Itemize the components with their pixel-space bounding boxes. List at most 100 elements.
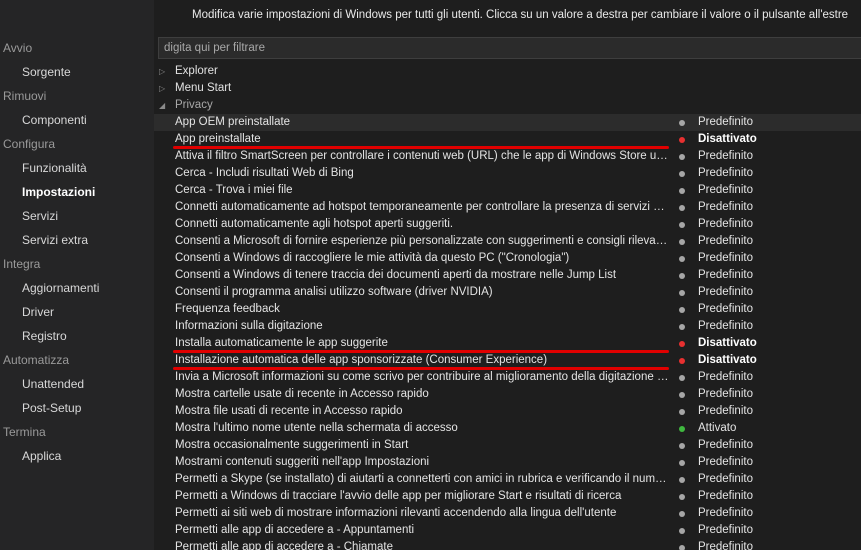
setting-name: Permetti a Skype (se installato) di aiut…	[175, 473, 669, 485]
setting-row[interactable]: Frequenza feedback Predefinito	[154, 301, 861, 318]
setting-value[interactable]: Predefinito	[698, 301, 753, 318]
setting-name: Mostra l'ultimo nome utente nella scherm…	[175, 422, 458, 434]
setting-name: Mostra file usati di recente in Accesso …	[175, 405, 403, 417]
status-dot-icon	[679, 239, 685, 245]
setting-value[interactable]: Predefinito	[698, 318, 753, 335]
sidebar-item-post-setup[interactable]: Post-Setup	[0, 396, 154, 420]
setting-value[interactable]: Predefinito	[698, 284, 753, 301]
setting-row[interactable]: Permetti ai siti web di mostrare informa…	[154, 505, 861, 522]
setting-name: Cerca - Trova i miei file	[175, 184, 293, 196]
triangle-right-icon[interactable]: ▷	[159, 80, 165, 97]
setting-row[interactable]: Installazione automatica delle app spons…	[154, 352, 861, 370]
setting-name: Mostrami contenuti suggeriti nell'app Im…	[175, 456, 430, 468]
setting-value[interactable]: Predefinito	[698, 216, 753, 233]
setting-name: Connetti automaticamente agli hotspot ap…	[175, 218, 454, 230]
sidebar-item-componenti[interactable]: Componenti	[0, 108, 154, 132]
setting-name: Invia a Microsoft informazioni su come s…	[175, 371, 669, 383]
setting-value[interactable]: Predefinito	[698, 233, 753, 250]
setting-name: App OEM preinstallate	[175, 116, 291, 128]
triangle-down-icon[interactable]: ◢	[159, 97, 165, 114]
setting-name: Connetti automaticamente ad hotspot temp…	[175, 201, 669, 213]
setting-row[interactable]: Mostrami contenuti suggeriti nell'app Im…	[154, 454, 861, 471]
sidebar-item-driver[interactable]: Driver	[0, 300, 154, 324]
setting-row[interactable]: App preinstallate Disattivato	[154, 131, 861, 149]
sidebar-nav: Avvio Sorgente Rimuovi Componenti Configura F…	[0, 36, 154, 468]
setting-value[interactable]: Predefinito	[698, 199, 753, 216]
setting-name: Consenti a Windows di tenere traccia dei…	[175, 269, 617, 281]
tree-group-menu-start[interactable]: ▷ Menu Start	[154, 80, 861, 97]
sidebar-item-impostazioni[interactable]: Impostazioni	[0, 180, 154, 204]
setting-value[interactable]: Attivato	[698, 420, 736, 437]
setting-row[interactable]: Installa automaticamente le app suggerit…	[154, 335, 861, 353]
setting-row[interactable]: Connetti automaticamente agli hotspot ap…	[154, 216, 861, 233]
filter-input[interactable]	[158, 37, 861, 59]
setting-value[interactable]: Predefinito	[698, 114, 753, 131]
setting-value[interactable]: Disattivato	[698, 352, 757, 369]
setting-row[interactable]: Permetti alle app di accedere a - Appunt…	[154, 522, 861, 539]
setting-row[interactable]: Invia a Microsoft informazioni su come s…	[154, 369, 861, 386]
setting-value[interactable]: Predefinito	[698, 369, 753, 386]
setting-row[interactable]: Permetti alle app di accedere a - Chiama…	[154, 539, 861, 550]
setting-row[interactable]: Mostra l'ultimo nome utente nella scherm…	[154, 420, 861, 437]
sidebar-section-automatizza: Automatizza	[3, 353, 70, 367]
status-dot-icon	[679, 545, 685, 550]
triangle-right-icon[interactable]: ▷	[159, 63, 165, 80]
setting-row[interactable]: Permetti a Skype (se installato) di aiut…	[154, 471, 861, 488]
setting-value[interactable]: Predefinito	[698, 437, 753, 454]
sidebar-section-configura: Configura	[3, 137, 56, 151]
sidebar-item-sorgente[interactable]: Sorgente	[0, 60, 154, 84]
setting-name: Consenti il programma analisi utilizzo s…	[175, 286, 493, 298]
setting-row[interactable]: Connetti automaticamente ad hotspot temp…	[154, 199, 861, 216]
setting-name: Permetti a Windows di tracciare l'avvio …	[175, 490, 622, 502]
status-dot-icon	[679, 290, 685, 296]
setting-row[interactable]: Mostra cartelle usate di recente in Acce…	[154, 386, 861, 403]
setting-row[interactable]: Cerca - Trova i miei file Predefinito	[154, 182, 861, 199]
sidebar-item-registro[interactable]: Registro	[0, 324, 154, 348]
setting-row[interactable]: Consenti il programma analisi utilizzo s…	[154, 284, 861, 301]
tree-group-label: Privacy	[175, 99, 213, 111]
setting-value[interactable]: Predefinito	[698, 488, 753, 505]
tree-group-privacy[interactable]: ◢ Privacy	[154, 97, 861, 114]
setting-name: Mostra cartelle usate di recente in Acce…	[175, 388, 429, 400]
status-dot-icon	[679, 341, 685, 347]
setting-value[interactable]: Predefinito	[698, 505, 753, 522]
tree-group-explorer[interactable]: ▷ Explorer	[154, 63, 861, 80]
setting-row[interactable]: Informazioni sulla digitazione Predefinit…	[154, 318, 861, 335]
sidebar-item-servizi[interactable]: Servizi	[0, 204, 154, 228]
setting-row[interactable]: Permetti a Windows di tracciare l'avvio …	[154, 488, 861, 505]
setting-row[interactable]: Consenti a Windows di raccogliere le mie…	[154, 250, 861, 267]
setting-value[interactable]: Predefinito	[698, 165, 753, 182]
setting-name: Permetti alle app di accedere a - Appunt…	[175, 524, 415, 536]
setting-value[interactable]: Predefinito	[698, 522, 753, 539]
setting-value[interactable]: Predefinito	[698, 182, 753, 199]
main-panel: Modifica varie impostazioni di Windows p…	[154, 0, 861, 550]
setting-row[interactable]: Mostra occasionalmente suggerimenti in S…	[154, 437, 861, 454]
status-dot-icon	[679, 443, 685, 449]
setting-name: Cerca - Includi risultati Web di Bing	[175, 167, 354, 179]
sidebar-item-unattended[interactable]: Unattended	[0, 372, 154, 396]
setting-value[interactable]: Predefinito	[698, 250, 753, 267]
setting-name: Consenti a Windows di raccogliere le mie…	[175, 252, 570, 264]
setting-row[interactable]: App OEM preinstallate Predefinito	[154, 114, 861, 131]
sidebar-item-funzionalita[interactable]: Funzionalità	[0, 156, 154, 180]
setting-value[interactable]: Predefinito	[698, 471, 753, 488]
sidebar-item-applica[interactable]: Applica	[0, 444, 154, 468]
setting-row[interactable]: Consenti a Microsoft di fornire esperien…	[154, 233, 861, 250]
status-dot-icon	[679, 307, 685, 313]
setting-row[interactable]: Attiva il filtro SmartScreen per control…	[154, 148, 861, 165]
setting-value[interactable]: Disattivato	[698, 131, 757, 148]
setting-name: Informazioni sulla digitazione	[175, 320, 323, 332]
setting-value[interactable]: Predefinito	[698, 148, 753, 165]
setting-value[interactable]: Disattivato	[698, 335, 757, 352]
setting-row[interactable]: Cerca - Includi risultati Web di Bing Pre…	[154, 165, 861, 182]
status-dot-icon	[679, 188, 685, 194]
setting-value[interactable]: Predefinito	[698, 403, 753, 420]
sidebar-item-servizi-extra[interactable]: Servizi extra	[0, 228, 154, 252]
setting-value[interactable]: Predefinito	[698, 267, 753, 284]
setting-row[interactable]: Consenti a Windows di tenere traccia dei…	[154, 267, 861, 284]
sidebar-item-aggiornamenti[interactable]: Aggiornamenti	[0, 276, 154, 300]
setting-value[interactable]: Predefinito	[698, 539, 753, 550]
setting-value[interactable]: Predefinito	[698, 386, 753, 403]
setting-value[interactable]: Predefinito	[698, 454, 753, 471]
setting-row[interactable]: Mostra file usati di recente in Accesso …	[154, 403, 861, 420]
